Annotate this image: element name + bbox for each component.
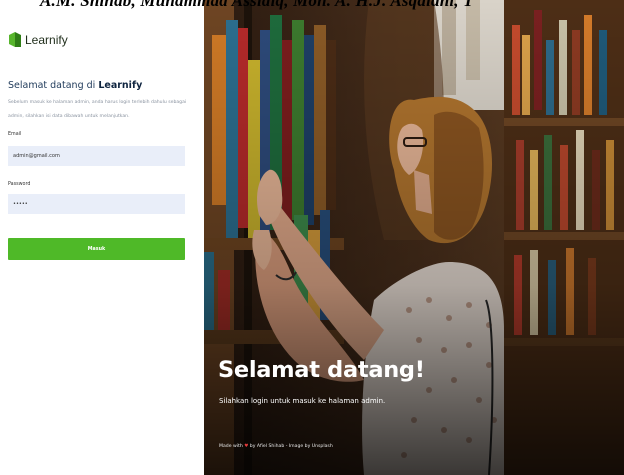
book-leaf-icon (8, 31, 22, 48)
welcome-prefix: Selamat datang di (8, 80, 99, 91)
welcome-heading: Selamat datang di Learnify (8, 80, 142, 91)
credit-prefix: Made with (219, 444, 243, 449)
brand-name: Learnify (25, 32, 68, 47)
login-button[interactable]: Masuk (8, 238, 185, 260)
password-label: Password (8, 182, 31, 187)
hero-panel: Selamat datang! Silahkan login untuk mas… (204, 0, 624, 475)
login-panel: Learnify Selamat datang di Learnify Sebe… (0, 0, 204, 475)
hero-subtitle: Silahkan login untuk masuk ke halaman ad… (219, 397, 386, 405)
footer-credit: Made with ♥ by Afiel Shihab - Image by U… (219, 444, 333, 449)
document-caption: A.M. Shihab, Muhammad Assidiq, Moh. A. H… (40, 0, 474, 10)
credit-suffix[interactable]: by Afiel Shihab - Image by Unsplash (250, 444, 333, 449)
password-field[interactable] (8, 194, 185, 214)
hero-title: Selamat datang! (218, 357, 425, 383)
email-label: Email (8, 132, 22, 137)
login-description: Sebelum masuk ke halaman admin, anda har… (8, 100, 187, 119)
welcome-brand: Learnify (98, 80, 143, 91)
brand-logo[interactable]: Learnify (8, 31, 68, 48)
email-field[interactable] (8, 146, 185, 166)
heart-icon: ♥ (244, 444, 249, 449)
